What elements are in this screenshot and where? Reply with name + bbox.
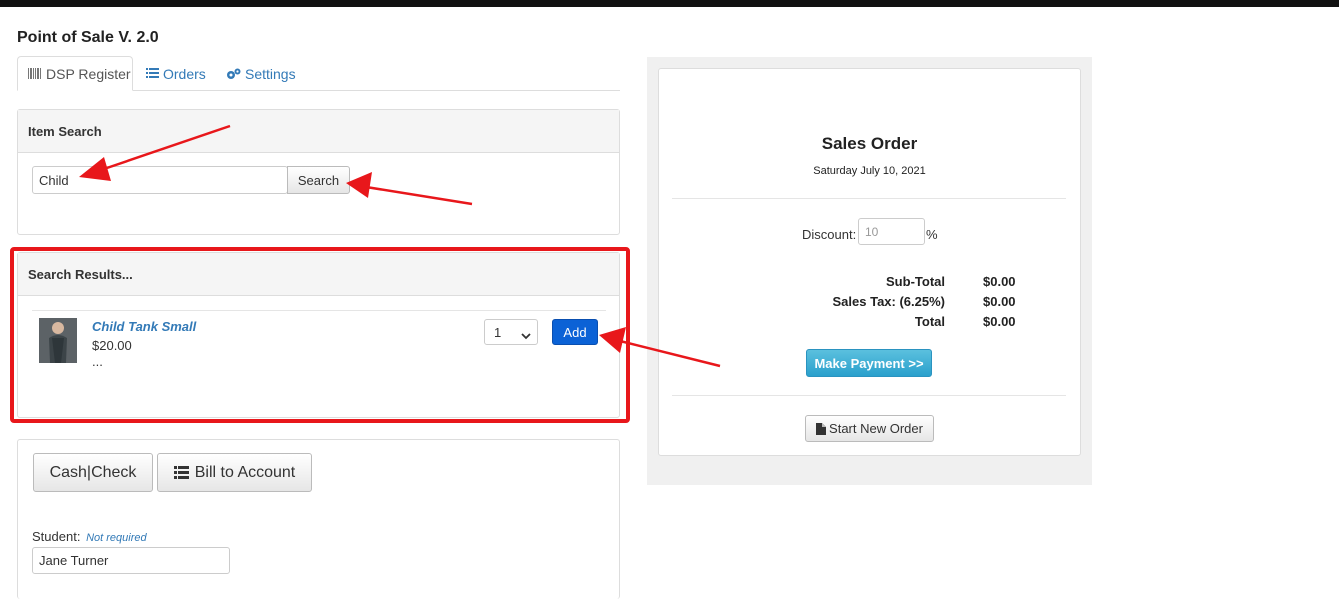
tab-label: Orders: [163, 65, 206, 82]
order-divider-top: [672, 198, 1066, 199]
sales-order-title: Sales Order: [821, 134, 918, 153]
discount-input[interactable]: 10: [858, 218, 925, 245]
subtotal-label: Sub-Total: [886, 274, 945, 289]
search-button[interactable]: Search: [287, 166, 350, 194]
file-icon: [816, 422, 827, 435]
barcode-icon: [28, 68, 42, 79]
gears-icon: [226, 68, 241, 80]
list-icon: [173, 466, 189, 479]
tab-dsp-register[interactable]: DSP Register: [17, 56, 133, 91]
sales-tax-label: Sales Tax: (6.25%): [832, 294, 945, 309]
start-new-order-label: Start New Order: [829, 421, 923, 436]
page-title: Point of Sale V. 2.0: [17, 29, 159, 46]
item-search-heading: Item Search: [18, 110, 619, 153]
make-payment-button[interactable]: Make Payment >>: [806, 349, 932, 377]
tab-label: DSP Register: [46, 65, 131, 82]
discount-unit: %: [926, 227, 938, 242]
tab-label: Settings: [245, 65, 296, 82]
list-icon: [146, 68, 159, 79]
order-date: Saturday July 10, 2021: [813, 165, 926, 177]
tab-orders[interactable]: Orders: [146, 56, 206, 91]
bill-to-account-label: Bill to Account: [194, 463, 296, 481]
student-label: Student:: [32, 529, 81, 544]
total-label: Total: [914, 314, 945, 329]
student-field[interactable]: Jane Turner: [32, 547, 230, 574]
student-hint: Not required: [86, 532, 147, 544]
tab-bar: DSP Register Orders Settings: [17, 56, 620, 91]
start-new-order-button[interactable]: Start New Order: [805, 415, 934, 442]
annotation-highlight-box: [10, 247, 630, 423]
sales-tax-value: $0.00: [983, 294, 1016, 309]
subtotal-value: $0.00: [983, 274, 1016, 289]
cash-check-button[interactable]: Cash|Check: [33, 453, 153, 492]
sales-order-card: [658, 68, 1081, 456]
search-input[interactable]: Child: [32, 166, 288, 194]
bill-to-account-button[interactable]: Bill to Account: [157, 453, 312, 492]
total-value: $0.00: [983, 314, 1016, 329]
tab-settings[interactable]: Settings: [226, 56, 296, 91]
browser-top-bar: [0, 0, 1339, 7]
student-label-row: Student: Not required: [32, 529, 147, 544]
order-divider-bottom: [672, 395, 1066, 396]
discount-label: Discount:: [802, 227, 857, 242]
